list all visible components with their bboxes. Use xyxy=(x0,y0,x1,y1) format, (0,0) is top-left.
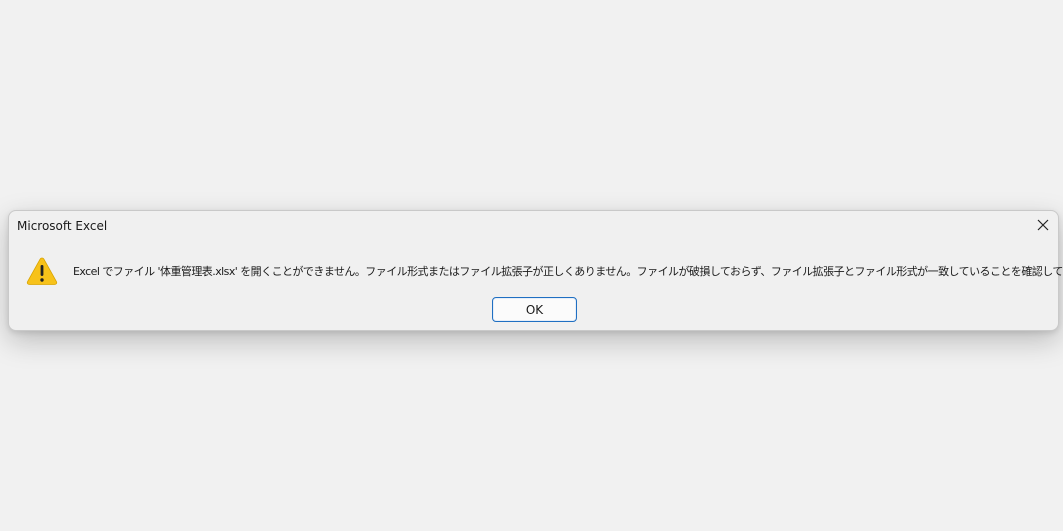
warning-icon xyxy=(26,257,58,285)
error-message: Excel でファイル '体重管理表.xlsx' を開くことができません。ファイ… xyxy=(73,265,1063,278)
close-icon xyxy=(1037,219,1049,231)
ok-button[interactable]: OK xyxy=(492,297,577,322)
close-button[interactable] xyxy=(1032,214,1054,236)
dialog-titlebar[interactable]: Microsoft Excel xyxy=(9,211,1058,241)
dialog-title: Microsoft Excel xyxy=(17,219,108,233)
error-dialog: Microsoft Excel Excel でファイル '体重管理表.xlsx'… xyxy=(8,210,1063,331)
